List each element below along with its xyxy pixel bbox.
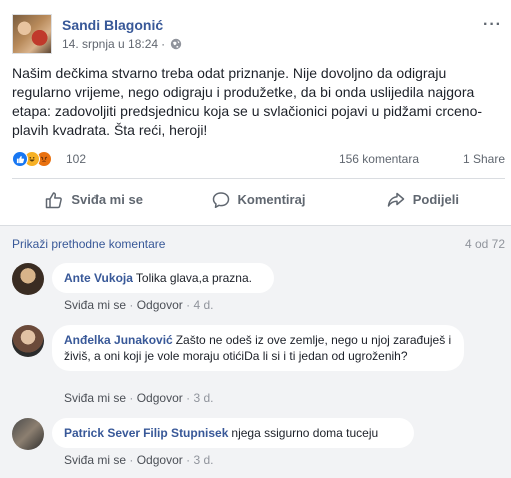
commenter-avatar[interactable] bbox=[12, 263, 44, 295]
comment-dot: · bbox=[129, 453, 134, 467]
like-icon bbox=[12, 151, 28, 167]
commenter-avatar[interactable] bbox=[12, 418, 44, 450]
commenter-name[interactable]: Anđelka Junaković bbox=[64, 333, 173, 347]
commenter-name[interactable]: Patrick Sever bbox=[64, 426, 140, 440]
comment-icon bbox=[212, 191, 229, 208]
share-button[interactable]: Podijeli bbox=[341, 191, 505, 209]
comment-reply-link[interactable]: Odgovor bbox=[137, 298, 183, 312]
globe-icon[interactable] bbox=[170, 38, 182, 50]
comment-actions: Sviđa mi se · Odgovor · 3 d. bbox=[64, 453, 213, 467]
comment-bubble: Ante Vukoja Tolika glava,a prazna. bbox=[52, 263, 274, 293]
comment-item: Patrick Sever Filip Stupnisek njega ssigur… bbox=[12, 418, 502, 470]
post-text: Našim dečkima stvarno treba odat priznan… bbox=[12, 65, 483, 138]
comment-like-link[interactable]: Sviđa mi se bbox=[64, 298, 126, 312]
comment-button[interactable]: Komentiraj bbox=[176, 191, 340, 209]
author-name[interactable]: Sandi Blagonić bbox=[62, 17, 163, 33]
author-avatar[interactable] bbox=[12, 14, 52, 54]
comment-text: njega ssigurno doma tuceju bbox=[231, 426, 379, 440]
comment-age[interactable]: 3 d. bbox=[193, 391, 213, 405]
share-icon bbox=[387, 192, 404, 207]
comment-actions: Sviđa mi se · Odgovor · 4 d. bbox=[64, 298, 213, 312]
post-meta: 14. srpnja u 18:24 · bbox=[62, 37, 182, 51]
commenter-name[interactable]: Ante Vukoja bbox=[64, 271, 133, 285]
comment-reply-link[interactable]: Odgovor bbox=[137, 453, 183, 467]
comment-button-label: Komentiraj bbox=[237, 192, 306, 207]
comments-pager: 4 od 72 bbox=[464, 237, 505, 251]
comment-reply-link[interactable]: Odgovor bbox=[137, 391, 183, 405]
share-button-label: Podijeli bbox=[412, 192, 459, 207]
comment-text: Tolika glava,a prazna. bbox=[135, 271, 252, 285]
comment-age[interactable]: 4 d. bbox=[193, 298, 213, 312]
facebook-post: Sandi Blagonić 14. srpnja u 18:24 · ··· … bbox=[0, 0, 511, 478]
comments-section: Prikaži prethodne komentare 4 od 72 Ante… bbox=[0, 225, 511, 478]
comment-item: Anđelka Junaković Zašto ne odeš iz ove ze… bbox=[12, 325, 502, 417]
reaction-icons[interactable] bbox=[12, 151, 52, 167]
comment-dot: · bbox=[186, 453, 191, 467]
comment-bubble: Patrick Sever Filip Stupnisek njega ssigur… bbox=[52, 418, 414, 448]
tagged-user-link[interactable]: Filip Stupnisek bbox=[143, 426, 228, 440]
more-options-icon[interactable]: ··· bbox=[483, 16, 502, 34]
post-date[interactable]: 14. srpnja u 18:24 bbox=[62, 37, 158, 51]
comment-like-link[interactable]: Sviđa mi se bbox=[64, 391, 126, 405]
comment-dot: · bbox=[186, 298, 191, 312]
post-header: Sandi Blagonić 14. srpnja u 18:24 · ··· bbox=[12, 14, 502, 56]
comment-item: Ante Vukoja Tolika glava,a prazna. Sviđa … bbox=[12, 263, 502, 315]
shares-count[interactable]: 1 Share bbox=[463, 152, 505, 166]
like-button-label: Sviđa mi se bbox=[71, 192, 143, 207]
commenter-avatar[interactable] bbox=[12, 325, 44, 357]
like-button[interactable]: Sviđa mi se bbox=[12, 191, 176, 209]
comment-like-link[interactable]: Sviđa mi se bbox=[64, 453, 126, 467]
reactions-summary: 102 156 komentara 1 Share bbox=[12, 151, 505, 169]
comment-dot: · bbox=[129, 391, 134, 405]
show-previous-comments-link[interactable]: Prikaži prethodne komentare bbox=[12, 237, 165, 251]
comment-text-continued: Da li si i ti jedan od ugroženih? bbox=[244, 349, 408, 363]
comment-dot: · bbox=[129, 298, 134, 312]
reaction-count[interactable]: 102 bbox=[66, 152, 86, 166]
thumbs-up-icon bbox=[46, 191, 63, 208]
comments-count[interactable]: 156 komentara bbox=[339, 152, 419, 166]
comment-actions: Sviđa mi se · Odgovor · 3 d. bbox=[64, 391, 213, 405]
action-bar: Sviđa mi se Komentiraj Podijeli bbox=[12, 178, 505, 220]
comment-age[interactable]: 3 d. bbox=[193, 453, 213, 467]
meta-separator: · bbox=[161, 37, 166, 51]
comment-bubble: Anđelka Junaković Zašto ne odeš iz ove ze… bbox=[52, 325, 464, 371]
comment-dot: · bbox=[186, 391, 191, 405]
